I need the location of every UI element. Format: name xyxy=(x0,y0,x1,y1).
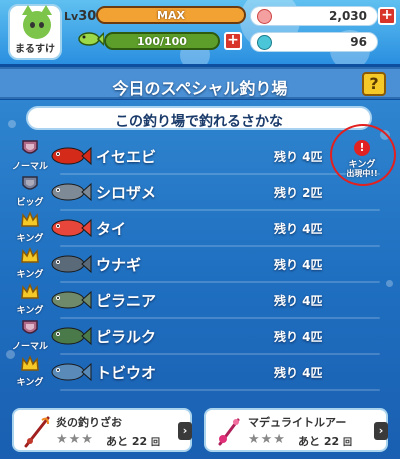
fish-list-heading: この釣り場で釣れるさかな xyxy=(26,106,372,130)
rank-label: ノーマル xyxy=(11,342,48,352)
exp-label: MAX xyxy=(157,9,185,22)
big-badge-icon xyxy=(22,176,38,190)
rod-uses-unit: 回 xyxy=(151,438,161,448)
fish-row[interactable]: キング ピラニア 残り 4匹 xyxy=(0,282,400,319)
gem-icon xyxy=(257,35,272,50)
fish-remaining: 残り 4匹 xyxy=(274,222,323,236)
status-bar: まるすけ Lv30 MAX 100/100 + 2,030 + 96 xyxy=(0,0,400,64)
fish-row[interactable]: ビッグ シロザメ 残り 2匹 xyxy=(0,174,400,211)
shell-icon xyxy=(257,9,272,24)
rank-badge: ビッグ xyxy=(12,174,48,210)
player-avatar[interactable]: まるすけ xyxy=(8,4,62,60)
rod-uses: あと 22 回 xyxy=(106,433,160,449)
cat-avatar-icon xyxy=(22,5,52,39)
fish-icon xyxy=(51,326,92,346)
equipped-rod[interactable]: 炎の釣りざお ★★★ あと 22 回 › xyxy=(12,408,192,452)
lure-uses-unit: 回 xyxy=(343,438,353,448)
lure-name: マデュライトルアー xyxy=(248,416,347,429)
fish-name: シロザメ xyxy=(96,184,157,202)
fish-icon xyxy=(51,218,92,238)
rank-label: キング xyxy=(16,306,44,316)
rank-label: ビッグ xyxy=(16,198,44,208)
rod-uses-prefix: あと xyxy=(106,435,128,448)
crown-icon xyxy=(21,247,39,263)
fish-row[interactable]: キング タイ 残り 4匹 xyxy=(0,210,400,247)
page-title: 今日のスペシャル釣り場 xyxy=(112,79,288,98)
fish-icon xyxy=(51,290,92,310)
rank-badge: キング xyxy=(12,282,48,318)
fish-remaining: 残り 4匹 xyxy=(274,150,323,164)
rank-badge: キング xyxy=(12,246,48,282)
normal-badge-icon xyxy=(22,140,38,154)
crown-icon xyxy=(21,283,39,299)
fish-icon xyxy=(51,362,92,382)
wave-divider xyxy=(60,389,380,391)
player-name: まるすけ xyxy=(15,44,55,55)
equipped-lure[interactable]: マデュライトルアー ★★★ あと 22 回 › xyxy=(204,408,388,452)
rank-badge: ノーマル xyxy=(12,318,48,354)
lure-uses: あと 22 回 xyxy=(298,433,352,449)
add-stamina-button[interactable]: + xyxy=(224,32,242,50)
shell-value: 2,030 xyxy=(329,9,367,23)
fire-rod-icon xyxy=(24,416,50,448)
fish-name: イセエビ xyxy=(96,148,157,166)
rank-badge: キング xyxy=(12,210,48,246)
rank-badge: ノーマル xyxy=(12,138,48,174)
lure-stars: ★★★ xyxy=(248,432,286,447)
add-shell-button[interactable]: + xyxy=(378,7,396,25)
fish-row[interactable]: キング ウナギ 残り 4匹 xyxy=(0,246,400,283)
player-level: Lv30 xyxy=(64,9,96,24)
rank-label: ノーマル xyxy=(11,162,48,172)
lure-uses-value: 22 xyxy=(323,435,340,448)
rod-stars: ★★★ xyxy=(56,432,94,447)
rank-label: キング xyxy=(16,270,44,280)
rank-badge: キング xyxy=(12,354,48,390)
crown-icon xyxy=(21,355,39,371)
chevron-right-icon[interactable]: › xyxy=(374,422,388,440)
fish-list-heading-text: この釣り場で釣れるさかな xyxy=(115,114,283,130)
exp-bar: MAX xyxy=(96,6,246,24)
gem-value: 96 xyxy=(350,35,367,49)
highlight-circle xyxy=(330,124,396,186)
fish-remaining: 残り 4匹 xyxy=(274,366,323,380)
page-header: 今日のスペシャル釣り場 ? xyxy=(0,67,400,99)
fish-icon xyxy=(51,254,92,274)
fish-name: ウナギ xyxy=(96,256,142,274)
stamina-fish-icon xyxy=(78,31,104,47)
normal-badge-icon xyxy=(22,320,38,334)
rank-label: キング xyxy=(16,234,44,244)
chevron-right-icon[interactable]: › xyxy=(178,422,192,440)
fish-row[interactable]: キング トビウオ 残り 4匹 xyxy=(0,354,400,391)
fish-row[interactable]: ノーマル ピラルク 残り 4匹 xyxy=(0,318,400,355)
fish-name: ピラルク xyxy=(96,328,157,346)
lure-icon xyxy=(218,418,240,446)
crown-icon xyxy=(21,211,39,227)
lure-uses-prefix: あと xyxy=(298,435,320,448)
fish-remaining: 残り 4匹 xyxy=(274,294,323,308)
rank-label: キング xyxy=(16,378,44,388)
fish-name: タイ xyxy=(96,220,127,238)
fish-remaining: 残り 2匹 xyxy=(274,186,323,200)
fish-remaining: 残り 4匹 xyxy=(274,258,323,272)
rod-name: 炎の釣りざお xyxy=(56,416,122,429)
level-value: 30 xyxy=(78,9,97,24)
fish-name: ピラニア xyxy=(96,292,157,310)
help-button[interactable]: ? xyxy=(362,72,386,96)
stamina-value: 100/100 xyxy=(137,35,187,48)
gem-currency: 96 xyxy=(250,32,378,52)
shell-currency: 2,030 xyxy=(250,6,378,26)
level-prefix: Lv xyxy=(64,10,79,23)
fish-name: トビウオ xyxy=(96,364,157,382)
rod-uses-value: 22 xyxy=(131,435,148,448)
fish-remaining: 残り 4匹 xyxy=(274,330,323,344)
stamina-bar: 100/100 xyxy=(104,32,220,50)
fish-icon xyxy=(51,182,92,202)
fish-icon xyxy=(51,146,92,166)
